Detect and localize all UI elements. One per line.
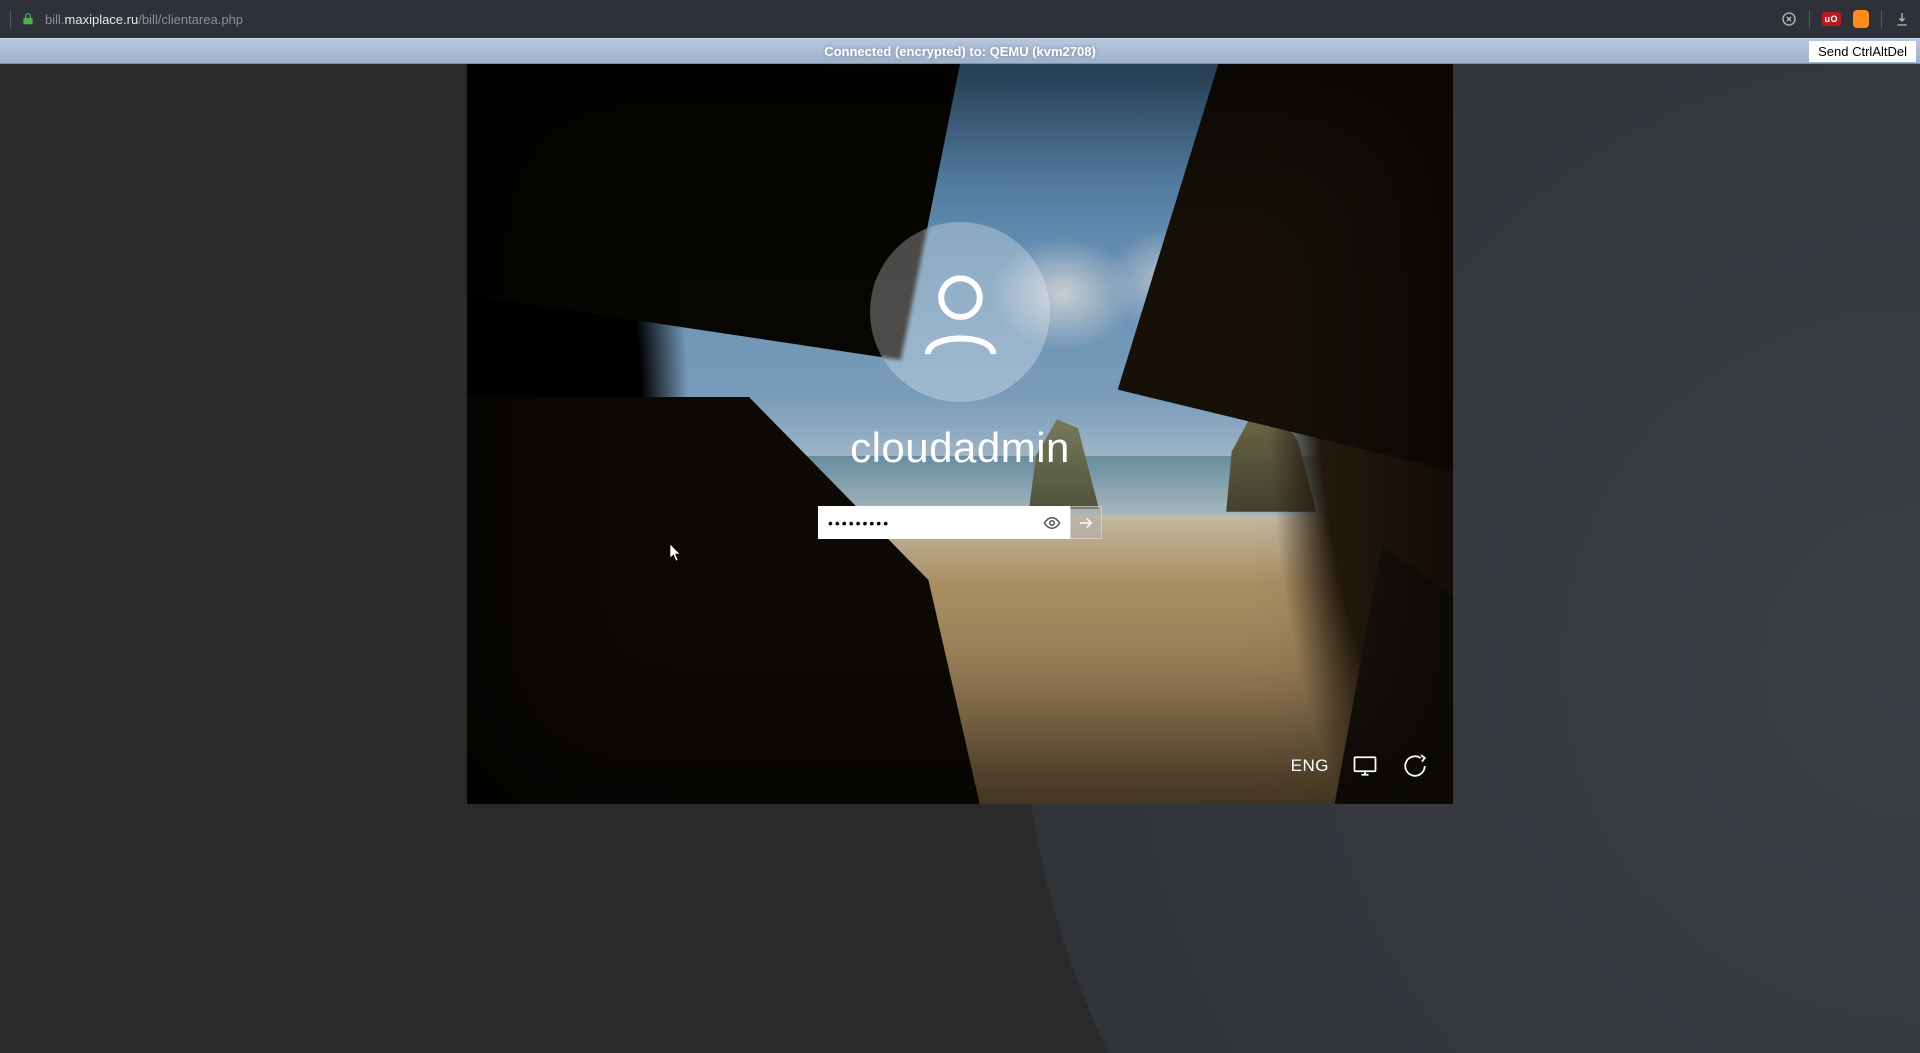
reveal-password-icon[interactable]	[1042, 513, 1062, 533]
download-icon[interactable]	[1894, 11, 1910, 27]
login-status-tray: ENG	[1291, 752, 1429, 780]
vnc-connection-bar: Connected (encrypted) to: QEMU (kvm2708)…	[0, 38, 1920, 64]
ublock-extension-icon[interactable]: uO	[1822, 12, 1842, 26]
close-circle-icon[interactable]	[1781, 11, 1797, 27]
user-icon	[913, 265, 1008, 360]
browser-address-bar: bill.maxiplace.ru/bill/clientarea.php uO	[0, 0, 1920, 38]
extension-icon[interactable]	[1853, 10, 1869, 28]
submit-arrow-button[interactable]	[1070, 506, 1102, 539]
url-text[interactable]: bill.maxiplace.ru/bill/clientarea.php	[45, 12, 243, 27]
page-viewport: cloudadmin ENG	[0, 64, 1920, 1053]
user-avatar	[870, 222, 1050, 402]
lock-icon	[21, 12, 35, 26]
input-language-button[interactable]: ENG	[1291, 756, 1329, 776]
username-label: cloudadmin	[850, 424, 1070, 472]
connection-status-text: Connected (encrypted) to: QEMU (kvm2708)	[824, 44, 1096, 59]
password-field-wrapper	[818, 506, 1070, 539]
vnc-remote-screen[interactable]: cloudadmin ENG	[467, 64, 1453, 804]
divider	[1809, 10, 1810, 28]
password-input[interactable]	[828, 508, 1060, 537]
divider	[10, 10, 11, 28]
windows-login-panel: cloudadmin	[818, 222, 1102, 539]
ease-of-access-icon[interactable]	[1401, 752, 1429, 780]
mouse-cursor-icon	[670, 544, 682, 562]
divider	[1881, 10, 1882, 28]
send-ctrl-alt-del-button[interactable]: Send CtrlAltDel	[1809, 41, 1916, 62]
network-icon[interactable]	[1351, 752, 1379, 780]
